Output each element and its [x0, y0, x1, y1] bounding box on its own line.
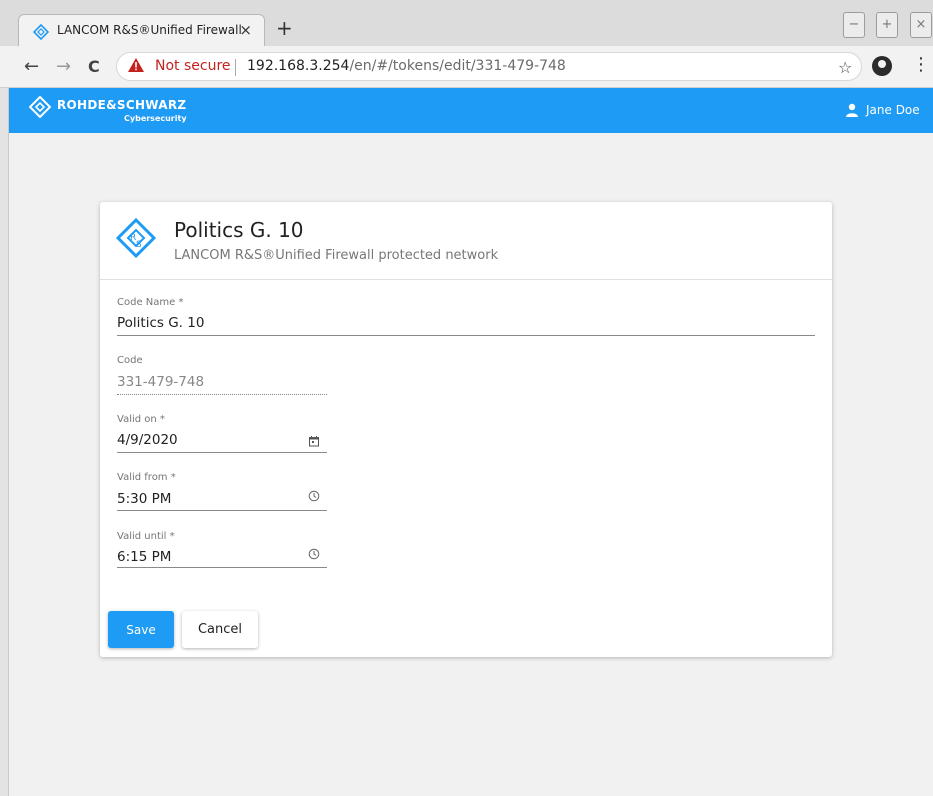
rs-diamond-icon — [33, 24, 49, 40]
back-icon[interactable]: ← — [24, 56, 39, 77]
user-icon[interactable] — [845, 103, 859, 117]
calendar-icon[interactable] — [308, 435, 320, 447]
url-separator — [235, 59, 236, 76]
valid-from-label: Valid from * — [117, 472, 176, 483]
valid-until-underline — [117, 567, 327, 568]
browser-menu-icon[interactable]: ⋮ — [912, 54, 930, 75]
card-divider — [100, 279, 832, 280]
tab-title: LANCOM R&S®Unified Firewall — [57, 23, 242, 37]
new-tab-button[interactable]: + — [276, 16, 293, 40]
rs-diamond-icon[interactable] — [29, 96, 51, 118]
valid-on-label: Valid on * — [117, 414, 165, 425]
valid-from-input[interactable]: 5:30 PM — [117, 491, 171, 507]
rs-logo-icon: R S — [116, 218, 156, 258]
close-window-button[interactable]: × — [910, 12, 932, 38]
token-edit-card: R S Politics G. 10 LANCOM R&S®Unified Fi… — [100, 202, 832, 657]
app-header: ROHDE&SCHWARZ Cybersecurity Jane Doe — [9, 88, 933, 133]
valid-on-input[interactable]: 4/9/2020 — [117, 432, 178, 448]
account-icon[interactable] — [872, 56, 892, 76]
valid-until-input[interactable]: 6:15 PM — [117, 549, 171, 565]
maximize-button[interactable]: + — [876, 12, 898, 38]
browser-tabbar: LANCOM R&S®Unified Firewall × + − + × — [0, 0, 933, 46]
page-subtitle: LANCOM R&S®Unified Firewall protected ne… — [174, 248, 499, 263]
cancel-button[interactable]: Cancel — [182, 611, 258, 648]
minimize-button[interactable]: − — [843, 12, 865, 38]
warning-icon — [128, 58, 144, 72]
browser-tab[interactable]: LANCOM R&S®Unified Firewall × — [18, 14, 265, 46]
code-field: 331-479-748 — [117, 374, 205, 390]
browser-toolbar: ← → C Not secure 192.168.3.254/en/#/toke… — [0, 46, 933, 88]
reload-icon[interactable]: C — [88, 57, 100, 76]
security-status[interactable]: Not secure — [155, 58, 231, 74]
valid-from-underline — [117, 510, 327, 511]
clock-icon[interactable] — [308, 548, 320, 560]
tab-close-icon[interactable]: × — [239, 21, 252, 39]
bookmark-star-icon[interactable]: ☆ — [838, 58, 852, 77]
code-label: Code — [117, 355, 143, 366]
code-underline — [117, 394, 327, 395]
address-bar[interactable]: Not secure 192.168.3.254/en/#/tokens/edi… — [116, 52, 862, 81]
forward-icon[interactable]: → — [56, 56, 71, 77]
code-name-underline — [117, 335, 815, 336]
page-title: Politics G. 10 — [174, 218, 304, 242]
clock-icon[interactable] — [308, 490, 320, 502]
left-edge — [0, 88, 9, 796]
code-name-input[interactable]: Politics G. 10 — [117, 315, 204, 331]
url-host: 192.168.3.254 — [247, 58, 350, 74]
valid-until-label: Valid until * — [117, 531, 175, 542]
save-button[interactable]: Save — [108, 611, 174, 648]
valid-on-underline — [117, 452, 327, 453]
code-name-label: Code Name * — [117, 297, 184, 308]
url-text[interactable]: 192.168.3.254/en/#/tokens/edit/331-479-7… — [247, 58, 566, 74]
url-path: /en/#/tokens/edit/331-479-748 — [349, 58, 566, 74]
svg-text:S: S — [136, 240, 142, 250]
brand-subtitle: Cybersecurity — [124, 114, 187, 123]
brand-name: ROHDE&SCHWARZ — [57, 98, 187, 112]
user-name[interactable]: Jane Doe — [866, 103, 920, 117]
